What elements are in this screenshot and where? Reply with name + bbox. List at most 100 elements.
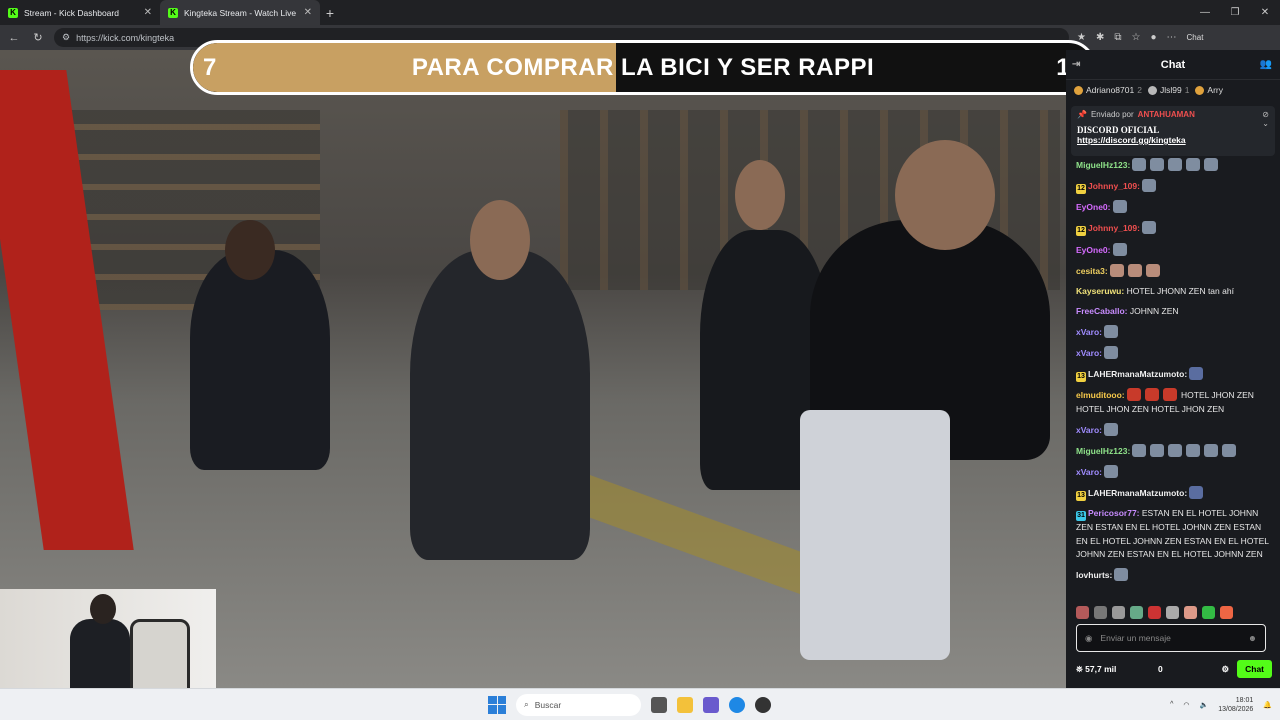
collapse-chat-icon[interactable]: ⇥ — [1072, 59, 1080, 70]
taskbar-search[interactable]: ⌕ Buscar — [516, 693, 641, 716]
emote-icon — [1114, 568, 1129, 582]
emote-icon[interactable] — [1076, 606, 1089, 619]
emote-icon — [1132, 158, 1147, 171]
emote-icon[interactable] — [1166, 606, 1179, 619]
back-icon[interactable]: ← — [6, 32, 22, 44]
favorites-icon[interactable]: ☆ — [1132, 32, 1141, 43]
emoji-icon[interactable]: ☻ — [1248, 633, 1257, 643]
chat-username[interactable]: xVaro: — [1076, 327, 1102, 337]
chat-username[interactable]: Pericosor77: — [1088, 508, 1140, 518]
tab-kick-dashboard[interactable]: K Stream - Kick Dashboard ✕ — [0, 0, 160, 25]
new-tab-button[interactable]: + — [320, 0, 340, 25]
close-window-icon[interactable]: ✕ — [1250, 0, 1280, 25]
emote-icon[interactable] — [1148, 606, 1161, 619]
emote-icon[interactable] — [1202, 606, 1215, 619]
notification-bell-icon[interactable]: 🔔 — [1263, 701, 1272, 709]
chat-panel: ⇥ Chat 👥 Adriano8701 2 Jlsl99 1 Arry 📌 Env… — [1066, 50, 1280, 688]
chat-username[interactable]: MiguelHz123: — [1076, 446, 1130, 456]
viewer-count-value: 57,7 mil — [1085, 663, 1117, 674]
chat-input[interactable]: ◉ Enviar un mensaje ☻ — [1076, 624, 1266, 652]
pinned-actions: ⊘ ⌄ — [1262, 110, 1269, 128]
chat-username[interactable]: cesita3: — [1076, 266, 1108, 276]
chat-username[interactable]: Kayseruwu: — [1076, 286, 1124, 296]
gifter-badge-icon — [1074, 85, 1083, 95]
emote-icon[interactable] — [1184, 606, 1197, 619]
emote-icon — [1150, 443, 1165, 457]
chat-message: MiguelHz123: — [1076, 158, 1270, 173]
chat-username[interactable]: LAHERmanaMatzumoto: — [1088, 369, 1187, 379]
gifter-name: Arry — [1207, 85, 1224, 95]
users-icon[interactable]: 👥 — [1260, 59, 1272, 70]
chat-message-text: JOHNN ZEN — [1129, 305, 1179, 316]
profile-avatar-icon[interactable]: ● — [1150, 32, 1156, 43]
video-person-pants — [800, 410, 950, 660]
chat-username[interactable]: Johnny_109: — [1088, 223, 1140, 233]
site-info-icon[interactable]: ⚙ — [62, 32, 70, 43]
emote-icon[interactable] — [1112, 606, 1125, 619]
wifi-icon[interactable]: ◠ — [1183, 701, 1189, 709]
chat-message: Kayseruwu: HOTEL JHONN ZEN tan ahí — [1076, 285, 1270, 299]
extension-icon[interactable]: ✱ — [1096, 32, 1104, 43]
send-chat-button[interactable]: Chat — [1237, 660, 1272, 678]
top-gifter[interactable]: Jlsl99 1 — [1147, 85, 1189, 95]
chat-username[interactable]: EyOne0: — [1076, 202, 1111, 212]
chat-username[interactable]: xVaro: — [1076, 348, 1102, 358]
chat-header: ⇥ Chat 👥 — [1066, 50, 1280, 80]
chat-username[interactable]: Johnny_109: — [1088, 181, 1140, 191]
tab-kingteka-stream[interactable]: K Kingteka Stream - Watch Live ✕ — [160, 0, 320, 25]
file-explorer-icon[interactable] — [677, 696, 693, 713]
chat-message: MiguelHz123: — [1076, 443, 1270, 459]
gear-icon[interactable]: ⚙ — [1221, 664, 1229, 675]
copilot-chat-button[interactable]: Chat — [1187, 33, 1204, 42]
pinned-by-user[interactable]: ANTAHUAMAN — [1138, 110, 1195, 119]
emote-icon[interactable] — [1094, 606, 1107, 619]
chat-username[interactable]: xVaro: — [1076, 425, 1102, 435]
top-gifter[interactable]: Arry — [1195, 85, 1223, 95]
chat-footer: ⛯ 57,7 mil 0 ⚙ Chat — [1076, 658, 1272, 680]
edge-icon[interactable] — [729, 696, 745, 713]
webcam-chair — [130, 619, 190, 699]
task-view-icon[interactable] — [651, 696, 667, 713]
volume-icon[interactable]: 🔈 — [1200, 701, 1209, 709]
more-menu-icon[interactable]: ⋯ — [1167, 32, 1177, 43]
chat-username[interactable]: xVaro: — [1076, 467, 1102, 477]
chat-input-placeholder: Enviar un mensaje — [1100, 633, 1171, 643]
minimize-icon[interactable]: — — [1190, 0, 1220, 25]
windows-taskbar: ⌕ Buscar ^ ◠ 🔈 18:01 13/08/2026 🔔 — [0, 688, 1280, 720]
emote-icon[interactable] — [1220, 606, 1233, 619]
pin-icon: 📌 — [1077, 110, 1087, 119]
app-icon[interactable] — [755, 696, 771, 713]
chat-username[interactable]: EyOne0: — [1076, 245, 1111, 255]
unpin-icon[interactable]: ⊘ — [1262, 110, 1269, 119]
close-icon[interactable]: ✕ — [304, 7, 312, 18]
reload-icon[interactable]: ↻ — [30, 31, 46, 44]
chat-messages: MiguelHz123: 12 Johnny_109: EyOne0: 12 Johnny… — [1066, 158, 1280, 610]
chat-message: cesita3: — [1076, 263, 1270, 279]
pinned-link[interactable]: https://discord.gg/kingteka — [1077, 135, 1269, 145]
channel-points[interactable]: 0 — [1158, 664, 1213, 674]
tab-title: Stream - Kick Dashboard — [24, 7, 119, 18]
chevron-up-icon[interactable]: ^ — [1170, 701, 1173, 708]
gifter-count: 2 — [1137, 85, 1142, 95]
emote-icon — [1104, 324, 1118, 338]
maximize-icon[interactable]: ❐ — [1220, 0, 1250, 25]
chevron-down-icon[interactable]: ⌄ — [1262, 119, 1269, 128]
taskbar-clock[interactable]: 18:01 13/08/2026 — [1218, 696, 1253, 714]
chat-username[interactable]: LAHERmanaMatzumoto: — [1088, 488, 1187, 498]
puzzle-icon[interactable]: ⧉ — [1114, 32, 1121, 43]
top-gifter[interactable]: Adriano8701 2 — [1074, 85, 1142, 95]
copilot-icon[interactable] — [703, 696, 719, 713]
goal-text: PARA COMPRAR LA BICI Y SER RAPPI — [411, 53, 875, 81]
emote-icon[interactable] — [1130, 606, 1143, 619]
chat-username[interactable]: MiguelHz123: — [1076, 160, 1130, 170]
windows-start-icon[interactable] — [488, 695, 506, 714]
close-icon[interactable]: ✕ — [144, 7, 152, 18]
webcam-streamer-head — [90, 594, 116, 624]
chat-username[interactable]: FreeCaballo: — [1076, 306, 1128, 316]
search-icon: ⌕ — [524, 699, 529, 709]
chat-username[interactable]: lovhurts: — [1076, 570, 1112, 580]
emote-icon — [1186, 158, 1201, 171]
chat-settings-icon[interactable]: ◉ — [1085, 633, 1092, 644]
clock-time: 18:01 — [1235, 696, 1254, 704]
chat-username[interactable]: elmuditooo: — [1076, 390, 1125, 400]
